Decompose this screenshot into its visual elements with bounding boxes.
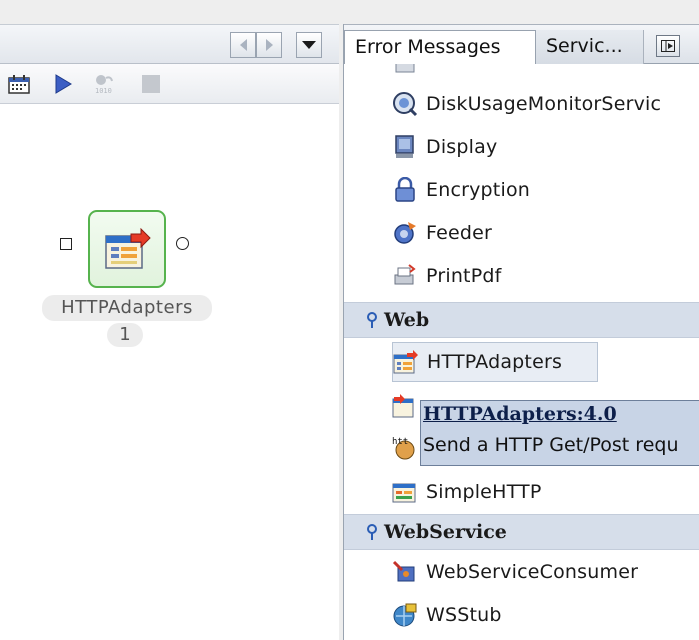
component-index: 1: [107, 323, 143, 347]
component-input-port[interactable]: [60, 238, 72, 250]
list-item-encryption[interactable]: Encryption: [392, 170, 699, 210]
stop-button[interactable]: [138, 72, 164, 96]
stop-icon: [142, 75, 160, 93]
item-label: HTTPAdapters: [427, 351, 563, 373]
item-label: PrintPdf: [426, 265, 502, 287]
category-label: WebService: [384, 521, 507, 543]
category-webservice[interactable]: WebService: [344, 514, 699, 550]
list-item-wsstub[interactable]: WSStub: [392, 595, 699, 635]
list-item-http-adapters[interactable]: HTTPAdapters: [392, 342, 598, 382]
palette-tab-bar: Error Messages Servic...: [344, 24, 699, 64]
maximize-panel-button[interactable]: [656, 35, 680, 57]
services-palette: DiskUsageMonitorServic Display Encryptio…: [344, 64, 699, 640]
list-item-partial[interactable]: [392, 64, 699, 84]
pin-icon: [360, 523, 384, 541]
item-label: Display: [426, 136, 498, 158]
schedule-button[interactable]: [6, 72, 32, 96]
tab-error-messages[interactable]: Error Messages: [344, 30, 536, 64]
http-adapter-icon: [393, 349, 419, 375]
play-icon: [55, 74, 72, 94]
palette-pane: Error Messages Servic... DiskUsageMonito…: [343, 24, 699, 640]
print-pdf-icon: [392, 263, 418, 289]
chevron-down-icon: [302, 41, 316, 49]
lock-icon: [392, 177, 418, 203]
scroll-tabs-left-button[interactable]: [230, 32, 256, 58]
list-item-disk-usage-monitor[interactable]: DiskUsageMonitorServic: [392, 84, 699, 124]
maximize-icon: [661, 40, 675, 52]
chevron-left-icon: [239, 39, 247, 51]
wsstub-icon: [392, 602, 418, 628]
editor-tab-bar: [0, 24, 339, 64]
list-item-feeder[interactable]: Feeder: [392, 213, 699, 253]
category-label: Web: [384, 309, 430, 331]
scroll-tabs-right-button[interactable]: [256, 32, 282, 58]
svg-text:htt: htt: [392, 437, 408, 447]
chevron-right-icon: [265, 39, 273, 51]
editor-top-strip: [0, 0, 339, 24]
list-item-simple-http[interactable]: SimpleHTTP: [392, 472, 699, 512]
component-tooltip: HTTPAdapters:4.0 Send a HTTP Get/Post re…: [420, 400, 699, 466]
http-adapter-icon: [105, 228, 151, 269]
list-item-webservice-consumer[interactable]: WebServiceConsumer: [392, 552, 699, 592]
calendar-icon: [8, 75, 30, 94]
http-service-icon: htt: [392, 435, 418, 461]
list-item-display[interactable]: Display: [392, 127, 699, 167]
http-receive-icon: [392, 393, 418, 419]
list-item-print-pdf[interactable]: PrintPdf: [392, 256, 699, 296]
pin-icon: [360, 311, 384, 329]
display-icon: [392, 134, 418, 160]
component-output-port[interactable]: [176, 237, 189, 250]
generic-service-icon: [392, 64, 418, 77]
component-label: HTTPAdapters: [42, 295, 212, 321]
debug-button[interactable]: 1010: [92, 72, 118, 96]
tooltip-title: HTTPAdapters:4.0: [423, 403, 617, 425]
editor-toolbar: 1010: [0, 64, 339, 104]
run-button[interactable]: [50, 72, 76, 96]
item-label: DiskUsageMonitorServic: [426, 93, 662, 115]
item-label: Encryption: [426, 179, 531, 201]
item-label: WSStub: [426, 604, 502, 626]
feeder-icon: [392, 220, 418, 246]
http-adapters-component[interactable]: [88, 210, 166, 288]
item-label: WebServiceConsumer: [426, 561, 639, 583]
debug-icon: 1010: [95, 75, 113, 95]
disk-monitor-icon: [392, 91, 418, 117]
item-label: Feeder: [426, 222, 493, 244]
item-label: SimpleHTTP: [426, 481, 542, 503]
tab-services[interactable]: Servic...: [536, 30, 644, 64]
tab-list-dropdown-button[interactable]: [296, 32, 322, 58]
webservice-consumer-icon: [392, 559, 418, 585]
editor-pane: 1010 HTTPAdapters 1: [0, 0, 339, 640]
simple-http-icon: [392, 479, 418, 505]
tooltip-description: Send a HTTP Get/Post requ: [423, 434, 679, 456]
category-web[interactable]: Web: [344, 302, 699, 338]
svg-text:1010: 1010: [95, 87, 112, 95]
